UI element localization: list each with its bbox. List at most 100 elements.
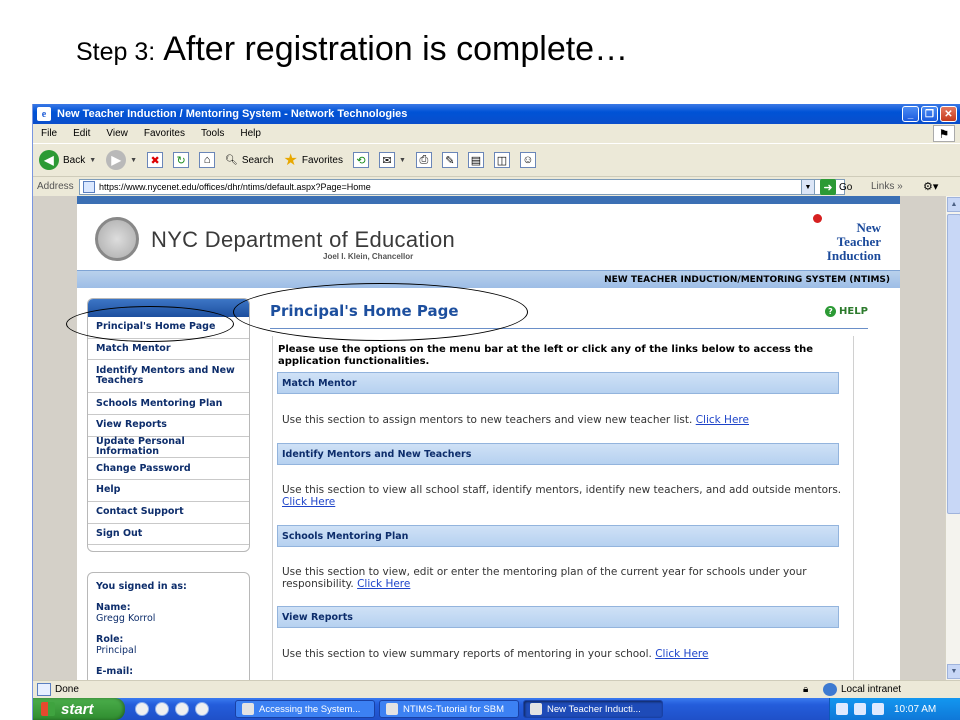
task-label: New Teacher Inducti...	[547, 703, 641, 715]
help-link[interactable]: ? HELP	[825, 306, 868, 317]
window-titlebar[interactable]: e New Teacher Induction / Mentoring Syst…	[33, 104, 960, 124]
nav-schools-mentoring-plan[interactable]: Schools Mentoring Plan	[88, 393, 249, 416]
task-new-teacher-induction[interactable]: New Teacher Inducti...	[523, 700, 663, 718]
nav-sign-out[interactable]: Sign Out	[88, 524, 249, 546]
forward-dropdown-icon[interactable]: ▼	[130, 157, 137, 164]
ie-icon	[530, 703, 542, 715]
print-icon: ⎙	[415, 152, 432, 168]
logo-apple-icon	[813, 214, 822, 223]
section-text-view-reports: Use this section to view summary reports…	[282, 648, 842, 660]
outlook-quicklaunch-icon[interactable]	[155, 702, 169, 716]
mail-button[interactable]: ✉ ▼	[378, 152, 406, 168]
section-header-view-reports: View Reports	[277, 606, 839, 628]
help-label: HELP	[839, 306, 868, 317]
powerpoint-icon	[386, 703, 398, 715]
tray-icon-2[interactable]	[854, 703, 866, 715]
nav-change-password[interactable]: Change Password	[88, 458, 249, 481]
messenger-button[interactable]: ☺	[519, 152, 536, 168]
menu-edit[interactable]: Edit	[65, 128, 98, 139]
address-input[interactable]: https://www.nycenet.edu/offices/dhr/ntim…	[79, 179, 845, 195]
address-dropdown-icon[interactable]: ▼	[801, 179, 815, 195]
nav-contact-support[interactable]: Contact Support	[88, 502, 249, 524]
vertical-scrollbar[interactable]: ▲ ▼	[945, 196, 960, 680]
menu-favorites[interactable]: Favorites	[136, 128, 193, 139]
go-button[interactable]: ➜ Go	[820, 179, 852, 195]
signed-in-panel: You signed in as: Name: Gregg Korrol Rol…	[87, 572, 250, 680]
click-here-link[interactable]: Click Here	[655, 648, 708, 660]
print-button[interactable]: ⎙	[415, 152, 432, 168]
slide-step-label: Step 3:	[76, 38, 156, 66]
desktop-quicklaunch-icon[interactable]	[175, 702, 189, 716]
page-done-icon	[37, 683, 51, 696]
search-label: Search	[241, 154, 274, 166]
click-here-link[interactable]: Click Here	[282, 496, 335, 508]
section-text-match-mentor: Use this section to assign mentors to ne…	[282, 414, 842, 426]
extension-icon[interactable]: ⚙▾	[923, 180, 938, 193]
history-button[interactable]: ⟲	[352, 152, 369, 168]
stop-button[interactable]: ✖	[147, 152, 164, 168]
discuss-button[interactable]: ▤	[467, 152, 484, 168]
back-dropdown-icon[interactable]: ▼	[89, 157, 96, 164]
quick-launch	[135, 702, 235, 716]
brand-bar	[77, 196, 900, 204]
tray-icon-1[interactable]	[836, 703, 848, 715]
mail-dropdown-icon[interactable]: ▼	[399, 157, 406, 164]
favorites-button[interactable]: ★ Favorites	[284, 150, 343, 170]
forward-arrow-icon: ▶	[106, 150, 127, 170]
forward-button[interactable]: ▶ ▼	[106, 150, 137, 170]
nav-match-mentor[interactable]: Match Mentor	[88, 339, 249, 361]
click-here-link[interactable]: Click Here	[696, 414, 749, 426]
menu-view[interactable]: View	[98, 128, 136, 139]
favorites-label: Favorites	[301, 154, 343, 166]
nav-view-reports[interactable]: View Reports	[88, 415, 249, 437]
research-icon: ◫	[493, 152, 510, 168]
section-desc: Use this section to assign mentors to ne…	[282, 414, 693, 426]
task-ntims-tutorial[interactable]: NTIMS-Tutorial for SBM	[379, 700, 519, 718]
windows-logo-icon: ⚑	[933, 125, 955, 142]
menu-bar: File Edit View Favorites Tools Help ⚑	[33, 124, 960, 143]
zone-label: Local intranet	[841, 684, 902, 695]
windows-flag-icon	[41, 702, 55, 716]
nav-update-personal-info[interactable]: Update Personal Information	[88, 437, 249, 459]
intranet-globe-icon	[823, 683, 837, 696]
scroll-thumb[interactable]	[947, 214, 960, 514]
refresh-button[interactable]: ↻	[173, 152, 190, 168]
tray-icon-3[interactable]	[872, 703, 884, 715]
media-quicklaunch-icon[interactable]	[195, 702, 209, 716]
start-label: start	[61, 700, 94, 718]
security-zone: Local intranet	[823, 683, 901, 696]
links-label: Links	[871, 181, 895, 192]
edit-button[interactable]: ✎	[441, 152, 458, 168]
search-button[interactable]: 🔍︎ Search	[225, 155, 273, 166]
ie-icon: e	[37, 107, 51, 121]
maximize-button[interactable]: ❐	[921, 106, 938, 122]
click-here-link[interactable]: Click Here	[357, 578, 410, 590]
edit-icon: ✎	[441, 152, 458, 168]
page-icon	[83, 181, 95, 193]
section-text-identify: Use this section to view all school staf…	[282, 484, 842, 508]
scroll-down-icon[interactable]: ▼	[947, 664, 960, 679]
window-title: New Teacher Induction / Mentoring System…	[57, 108, 408, 120]
start-button[interactable]: start	[33, 698, 125, 720]
links-button[interactable]: Links »	[871, 181, 903, 192]
task-accessing-the-system[interactable]: Accessing the System...	[235, 700, 375, 718]
ie-quicklaunch-icon[interactable]	[135, 702, 149, 716]
nyc-seal-logo	[95, 217, 139, 261]
powerpoint-icon	[242, 703, 254, 715]
minimize-button[interactable]: _	[902, 106, 919, 122]
back-button[interactable]: ◀ Back ▼	[39, 150, 96, 170]
annotation-ellipse-title	[233, 283, 528, 341]
menu-help[interactable]: Help	[232, 128, 269, 139]
research-button[interactable]: ◫	[493, 152, 510, 168]
scroll-up-icon[interactable]: ▲	[947, 197, 960, 212]
email-label: E-mail:	[96, 666, 134, 677]
menu-tools[interactable]: Tools	[193, 128, 232, 139]
nav-help[interactable]: Help	[88, 480, 249, 502]
status-bar: Done 🔒︎ Local intranet	[33, 680, 960, 698]
menu-file[interactable]: File	[33, 128, 65, 139]
taskbar: start Accessing the System... NTIMS-Tuto…	[33, 698, 960, 720]
home-button[interactable]: ⌂	[199, 152, 216, 168]
logo-line-3: Induction	[826, 248, 881, 263]
close-button[interactable]: ✕	[940, 106, 957, 122]
nav-identify-mentors[interactable]: Identify Mentors and New Teachers	[88, 360, 249, 394]
